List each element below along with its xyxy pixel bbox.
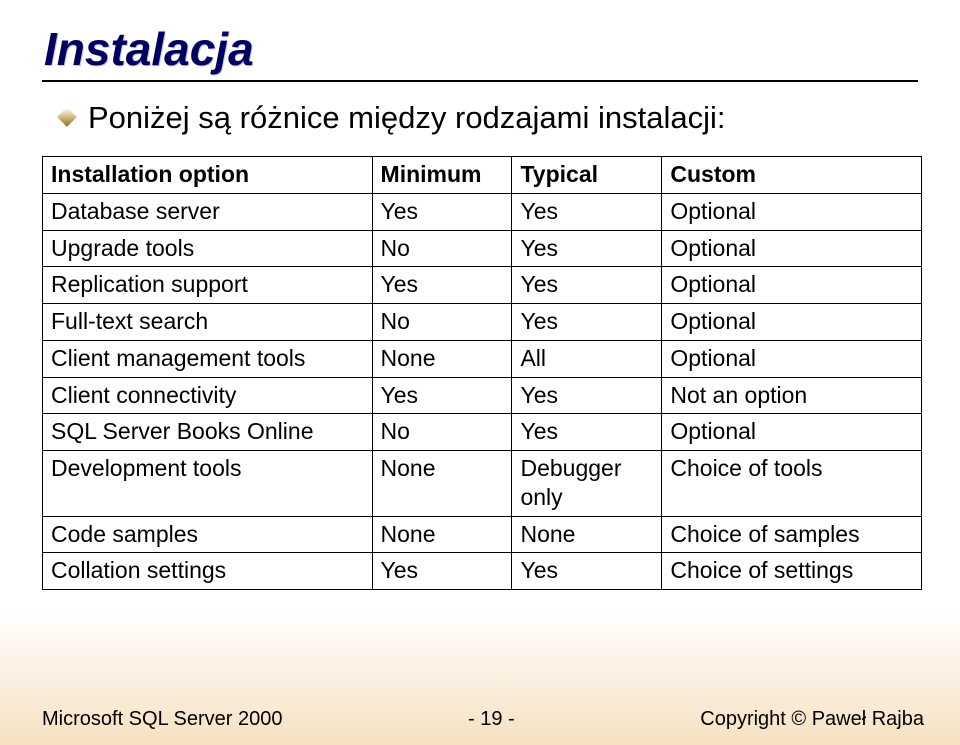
table-cell: Yes [512, 267, 662, 304]
table-cell: SQL Server Books Online [43, 414, 373, 451]
table-cell: None [512, 516, 662, 553]
table-cell: Yes [512, 193, 662, 230]
table-row: Collation settingsYesYesChoice of settin… [43, 553, 922, 590]
table-cell: Optional [662, 193, 922, 230]
footer-left: Microsoft SQL Server 2000 [42, 708, 282, 731]
table-cell: Optional [662, 267, 922, 304]
table-cell: No [372, 230, 512, 267]
intro-text: Poniżej są różnice między rodzajami inst… [88, 100, 725, 136]
footer-page-number: - 19 - [468, 708, 515, 731]
table-cell: Replication support [43, 267, 373, 304]
table-cell: Choice of settings [662, 553, 922, 590]
table-row: Full-text searchNoYesOptional [43, 304, 922, 341]
table-cell: Not an option [662, 377, 922, 414]
table-row: Database serverYesYesOptional [43, 193, 922, 230]
table-cell: Development tools [43, 451, 373, 517]
table-cell: Yes [512, 377, 662, 414]
table-row: Client connectivityYesYesNot an option [43, 377, 922, 414]
table-row: Client management toolsNoneAllOptional [43, 340, 922, 377]
table-row: Upgrade toolsNoYesOptional [43, 230, 922, 267]
table-header: Typical [512, 157, 662, 194]
bullet-diamond-icon [57, 107, 77, 127]
table-cell: Client connectivity [43, 377, 373, 414]
table-cell: Yes [512, 230, 662, 267]
table-header: Minimum [372, 157, 512, 194]
table-cell: Client management tools [43, 340, 373, 377]
table-cell: Code samples [43, 516, 373, 553]
table-cell: Yes [372, 553, 512, 590]
table-cell: Optional [662, 304, 922, 341]
table-cell: Yes [372, 193, 512, 230]
table-cell: None [372, 340, 512, 377]
footer: Microsoft SQL Server 2000 - 19 - Copyrig… [42, 708, 924, 731]
table-cell: No [372, 414, 512, 451]
table-cell: Optional [662, 414, 922, 451]
table-cell: Choice of tools [662, 451, 922, 517]
table-cell: Optional [662, 230, 922, 267]
table-cell: Upgrade tools [43, 230, 373, 267]
table-cell: Collation settings [43, 553, 373, 590]
table-row: Code samplesNoneNoneChoice of samples [43, 516, 922, 553]
table-cell: No [372, 304, 512, 341]
table-row: Development toolsNoneDebugger onlyChoice… [43, 451, 922, 517]
table-row: SQL Server Books OnlineNoYesOptional [43, 414, 922, 451]
table-cell: All [512, 340, 662, 377]
table-cell: None [372, 516, 512, 553]
table-cell: None [372, 451, 512, 517]
intro-row: Poniżej są różnice między rodzajami inst… [60, 100, 918, 136]
table-cell: Optional [662, 340, 922, 377]
page-title: Instalacja [44, 22, 918, 76]
table-cell: Yes [512, 553, 662, 590]
table-header-row: Installation option Minimum Typical Cust… [43, 157, 922, 194]
table-cell: Choice of samples [662, 516, 922, 553]
table-cell: Debugger only [512, 451, 662, 517]
table-cell: Yes [372, 267, 512, 304]
options-table: Installation option Minimum Typical Cust… [42, 156, 922, 590]
table-cell: Database server [43, 193, 373, 230]
table-cell: Yes [512, 414, 662, 451]
table-row: Replication supportYesYesOptional [43, 267, 922, 304]
table-cell: Yes [512, 304, 662, 341]
footer-copyright: Copyright © Paweł Rajba [700, 708, 924, 731]
slide-page: Instalacja Poniżej są różnice między rod… [0, 0, 960, 745]
table-cell: Yes [372, 377, 512, 414]
table-cell: Full-text search [43, 304, 373, 341]
table-header: Installation option [43, 157, 373, 194]
title-rule [42, 80, 918, 82]
table-header: Custom [662, 157, 922, 194]
